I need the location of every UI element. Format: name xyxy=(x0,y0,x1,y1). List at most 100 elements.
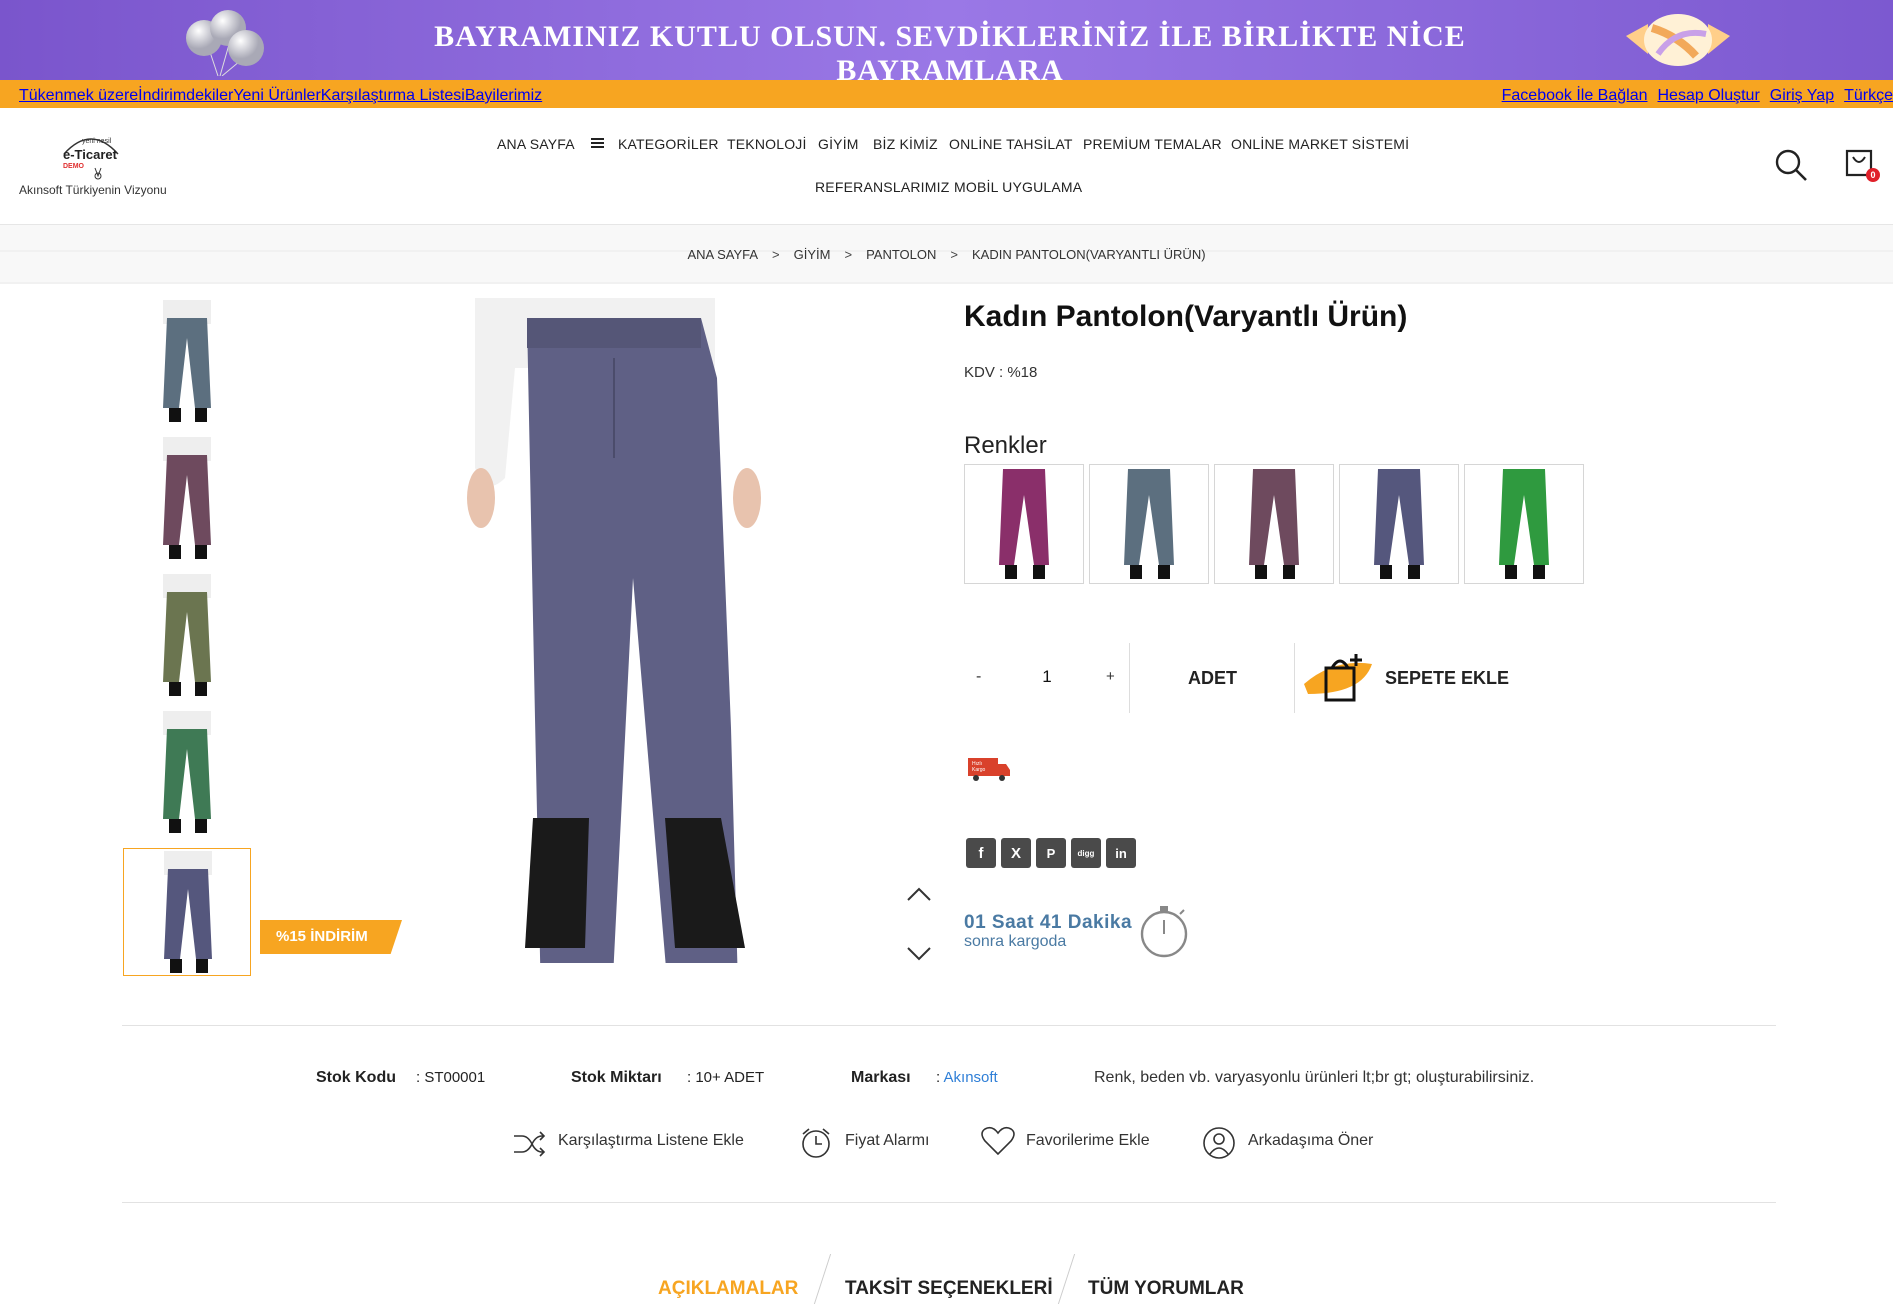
nav-teknoloji[interactable]: TEKNOLOJİ xyxy=(727,136,807,152)
alarm-clock-icon xyxy=(802,1128,830,1158)
breadcrumb-current: KADIN PANTOLON(VARYANTLI ÜRÜN) xyxy=(971,247,1206,262)
chevron-down-icon[interactable] xyxy=(906,946,932,962)
thumbnail-2[interactable] xyxy=(123,435,251,563)
site-logo[interactable]: yeni nesil e-Ticaret DEMO xyxy=(58,130,124,180)
linkedin-share-icon[interactable]: in xyxy=(1106,838,1136,868)
brand-label: Markası xyxy=(851,1069,911,1086)
color-swatch-3[interactable] xyxy=(1214,464,1334,584)
color-swatch-2[interactable] xyxy=(1089,464,1209,584)
breadcrumb-pantolon[interactable]: PANTOLON xyxy=(866,247,936,262)
add-to-cart-label: SEPETE EKLE xyxy=(1385,668,1510,688)
main-product-image[interactable] xyxy=(455,298,805,963)
tab-separator xyxy=(1057,1254,1076,1304)
unit-label[interactable]: ADET xyxy=(1188,668,1237,689)
tab-tum-yorumlar[interactable]: TÜM YORUMLAR xyxy=(1088,1278,1244,1300)
banner-text: BAYRAMINIZ KUTLU OLSUN. SEVDİKLERİNİZ İL… xyxy=(434,20,1466,87)
nav-giyim[interactable]: GİYİM xyxy=(818,136,859,152)
tab-separator xyxy=(813,1254,832,1304)
pants-image xyxy=(1124,469,1174,579)
stock-qty-label: Stok Miktarı xyxy=(571,1069,662,1086)
pants-image xyxy=(164,851,212,973)
nav-online-tahsilat[interactable]: ONLİNE TAHSİLAT xyxy=(949,136,1073,152)
search-icon[interactable] xyxy=(1774,148,1808,182)
nav-mobil-uygulama[interactable]: MOBİL UYGULAMA xyxy=(954,179,1082,195)
cart-count-badge: 0 xyxy=(1866,168,1880,182)
thumbnail-1[interactable] xyxy=(123,298,251,426)
nav-biz-kimiz[interactable]: BİZ KİMİZ xyxy=(873,136,938,152)
pants-image xyxy=(163,300,211,422)
pants-image xyxy=(1374,469,1424,579)
breadcrumb-home[interactable]: ANA SAYFA xyxy=(687,247,758,262)
nav-ana-sayfa[interactable]: ANA SAYFA xyxy=(497,136,575,152)
facebook-share-icon[interactable]: f xyxy=(966,838,996,868)
heart-icon xyxy=(981,1126,1015,1156)
divider xyxy=(1294,643,1295,713)
breadcrumb: ANA SAYFA > GİYİM > PANTOLON > KADIN PANTOLON(… xyxy=(0,247,1893,262)
add-to-cart-button[interactable]: SEPETE EKLE xyxy=(1300,648,1509,708)
link-facebook-login[interactable]: Facebook İle Bağlan xyxy=(1502,87,1648,104)
shipping-timer-subtext: sonra kargoda xyxy=(964,933,1067,950)
discount-badge: %15 İNDİRİM xyxy=(260,920,402,954)
pants-image xyxy=(163,574,211,696)
qty-input[interactable]: 1 xyxy=(1040,667,1054,687)
add-favorite-action[interactable]: Favorilerime Ekle xyxy=(980,1126,1160,1162)
stock-code-label: Stok Kodu xyxy=(316,1069,396,1086)
logo-main-text: e-Ticaret xyxy=(63,147,117,162)
nav-online-market[interactable]: ONLİNE MARKET SİSTEMİ xyxy=(1231,136,1409,152)
brand-value: : Akınsoft xyxy=(936,1069,998,1086)
chevron-right-icon: > xyxy=(950,247,958,262)
recommend-friend-label: Arkadaşıma Öner xyxy=(1248,1132,1374,1149)
link-bayilerimiz[interactable]: Bayilerimiz xyxy=(465,87,542,104)
tab-aciklamalar[interactable]: AÇIKLAMALAR xyxy=(658,1278,798,1300)
add-favorite-label: Favorilerime Ekle xyxy=(1026,1132,1150,1149)
link-yeni-urunler[interactable]: Yeni Ürünler xyxy=(233,87,320,104)
pants-image xyxy=(999,469,1049,579)
pants-image xyxy=(163,437,211,559)
fast-cargo-icon: Hızlı Kargo xyxy=(966,756,1012,782)
nav-kategoriler[interactable]: KATEGORİLER xyxy=(618,136,719,152)
qty-increase-button[interactable]: + xyxy=(1106,668,1115,685)
qty-decrease-button[interactable]: - xyxy=(976,668,981,686)
cargo-text: Hızlı Kargo xyxy=(972,761,986,773)
link-indirimdekiler[interactable]: İndirimdekiler xyxy=(138,87,233,104)
divider xyxy=(122,1202,1776,1203)
logo-demo-text: DEMO xyxy=(63,163,84,170)
cart-button[interactable]: 0 xyxy=(1844,148,1884,184)
recommend-friend-action[interactable]: Arkadaşıma Öner xyxy=(1202,1126,1402,1162)
link-create-account[interactable]: Hesap Oluştur xyxy=(1658,87,1760,104)
link-tukenmek-uzere[interactable]: Tükenmek üzere xyxy=(19,87,138,104)
link-login[interactable]: Giriş Yap xyxy=(1770,87,1834,104)
color-swatch-1[interactable] xyxy=(964,464,1084,584)
tab-taksit-secenekleri[interactable]: TAKSİT SEÇENEKLERİ xyxy=(845,1278,1053,1300)
compare-label: Karşılaştırma Listene Ekle xyxy=(558,1132,744,1149)
thumbnail-5-active[interactable] xyxy=(123,848,251,976)
color-swatch-4[interactable] xyxy=(1339,464,1459,584)
brand-link[interactable]: Akınsoft xyxy=(944,1069,998,1086)
kdv-label: KDV : %18 xyxy=(964,364,1038,381)
shuffle-icon xyxy=(514,1131,546,1157)
stock-code-value: : ST00001 xyxy=(416,1069,486,1086)
holiday-banner[interactable]: BAYRAMINIZ KUTLU OLSUN. SEVDİKLERİNİZ İL… xyxy=(0,0,1893,87)
compare-action[interactable]: Karşılaştırma Listene Ekle xyxy=(512,1128,762,1160)
shopping-bag-icon xyxy=(1304,654,1372,702)
link-language[interactable]: Türkçe xyxy=(1844,87,1893,104)
menu-icon[interactable] xyxy=(591,137,605,149)
color-swatch-5[interactable] xyxy=(1464,464,1584,584)
stock-qty-value: : 10+ ADET xyxy=(687,1069,765,1086)
pants-image xyxy=(1249,469,1299,579)
thumbnail-4[interactable] xyxy=(123,709,251,837)
digg-share-icon[interactable]: digg xyxy=(1071,838,1101,868)
nav-premium-temalar[interactable]: PREMİUM TEMALAR xyxy=(1083,136,1222,152)
breadcrumb-giyim[interactable]: GİYİM xyxy=(794,247,831,262)
divider xyxy=(122,1025,1776,1026)
link-karsilastirma-listesi[interactable]: Karşılaştırma Listesi xyxy=(321,87,465,104)
price-alarm-action[interactable]: Fiyat Alarmı xyxy=(799,1126,949,1162)
thumbnail-3[interactable] xyxy=(123,572,251,700)
x-share-icon[interactable]: X xyxy=(1001,838,1031,868)
nav-referanslarimiz[interactable]: REFERANSLARIMIZ xyxy=(815,179,949,195)
chevron-up-icon[interactable] xyxy=(906,886,932,902)
product-title: Kadın Pantolon(Varyantlı Ürün) xyxy=(964,300,1408,333)
colors-label: Renkler xyxy=(964,432,1047,459)
top-bar-left-links: Tükenmek üzereİndirimdekilerYeni Ürünler… xyxy=(19,87,542,105)
pinterest-share-icon[interactable]: P xyxy=(1036,838,1066,868)
